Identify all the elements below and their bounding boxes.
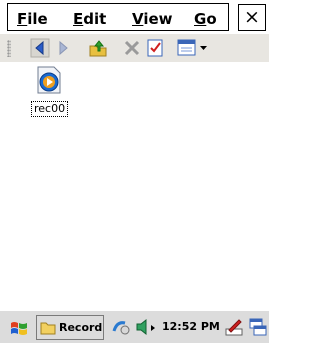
menu-edit-key: E	[73, 10, 84, 28]
delete-icon	[124, 40, 140, 56]
menu-go-rest: o	[206, 10, 217, 28]
task-label: Record	[59, 321, 103, 334]
menu-file-rest: ile	[27, 10, 48, 28]
menu-view[interactable]: View	[132, 10, 173, 28]
menu-file[interactable]: File	[17, 10, 48, 28]
up-folder-icon	[89, 40, 107, 57]
delete-button[interactable]	[122, 38, 142, 58]
connectivity-icon	[112, 321, 130, 335]
menu-edit-rest: dit	[83, 10, 107, 28]
toolbar	[0, 34, 269, 62]
view-menu-button[interactable]	[177, 38, 211, 58]
properties-icon	[147, 39, 163, 57]
forward-button[interactable]	[53, 38, 73, 58]
file-name: rec00	[31, 101, 69, 117]
menu-go[interactable]: Go	[194, 10, 217, 28]
task-button-record[interactable]: Record	[36, 315, 104, 340]
input-panel-button[interactable]	[224, 317, 244, 337]
media-file-icon	[37, 66, 61, 94]
properties-button[interactable]	[145, 38, 165, 58]
menu-go-key: G	[194, 10, 207, 28]
start-button[interactable]	[8, 318, 30, 338]
menu-view-rest: iew	[143, 10, 173, 28]
windows-flag-icon	[11, 322, 27, 335]
speaker-icon	[136, 318, 155, 336]
windows-icon	[249, 318, 267, 336]
menu-bar: File Edit View Go ×	[0, 0, 269, 34]
connectivity-button[interactable]	[111, 317, 131, 337]
taskbar: Record 12:52 PM	[0, 310, 269, 343]
folder-icon	[40, 322, 56, 335]
toolbar-grip[interactable]	[7, 40, 11, 57]
menu-view-key: V	[132, 10, 144, 28]
forward-icon	[59, 40, 68, 56]
clock[interactable]: 12:52 PM	[162, 320, 220, 333]
back-button[interactable]	[30, 38, 50, 58]
close-button[interactable]: ×	[238, 4, 266, 31]
switch-windows-button[interactable]	[248, 317, 268, 337]
menu-frame: File Edit View Go	[7, 3, 229, 31]
up-folder-button[interactable]	[88, 38, 108, 58]
file-list-area: rec00	[0, 62, 269, 310]
view-menu-icon	[177, 39, 207, 56]
pen-icon	[225, 319, 243, 336]
back-icon	[30, 38, 50, 58]
volume-button[interactable]	[134, 316, 158, 338]
menu-edit[interactable]: Edit	[73, 10, 106, 28]
menu-file-key: F	[17, 10, 28, 28]
